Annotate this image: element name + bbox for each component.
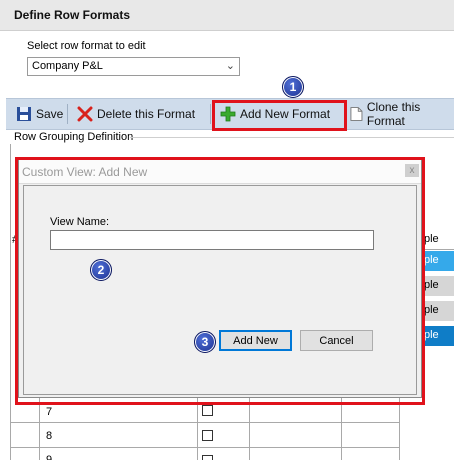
grid-cell bbox=[10, 423, 40, 448]
step-badge-1: 1 bbox=[282, 76, 304, 98]
save-label: Save bbox=[36, 107, 64, 121]
delete-x-icon bbox=[77, 106, 93, 122]
clone-format-label: Clone this Format bbox=[366, 100, 421, 128]
row-number: 8 bbox=[46, 430, 53, 442]
row-number: 7 bbox=[46, 406, 53, 418]
row-checkbox[interactable] bbox=[202, 455, 213, 460]
toolbar-divider bbox=[67, 104, 68, 124]
add-format-highlight bbox=[212, 100, 347, 131]
toolbar-divider bbox=[210, 104, 211, 124]
row-checkbox[interactable] bbox=[202, 405, 213, 416]
group-divider bbox=[130, 137, 454, 138]
grid-cell bbox=[250, 448, 342, 460]
grid-cell bbox=[342, 423, 400, 448]
grid-cell bbox=[342, 448, 400, 460]
row-format-select[interactable]: Company P&L ⌄ bbox=[27, 57, 240, 76]
table-row: 8 bbox=[40, 423, 198, 448]
save-button[interactable]: Save bbox=[16, 99, 63, 129]
clone-document-icon bbox=[350, 107, 363, 121]
save-icon bbox=[17, 107, 31, 121]
delete-format-button[interactable]: Delete this Format bbox=[77, 99, 195, 129]
window-title: Define Row Formats bbox=[14, 8, 131, 22]
step-badge-2: 2 bbox=[90, 259, 112, 281]
grid-cell bbox=[250, 423, 342, 448]
chevron-down-icon: ⌄ bbox=[225, 60, 235, 72]
grid-cell bbox=[10, 448, 40, 460]
row-checkbox[interactable] bbox=[202, 430, 213, 441]
window-title-bar: Define Row Formats bbox=[0, 0, 454, 31]
clone-format-button[interactable]: Clone this Format bbox=[350, 99, 454, 129]
row-format-select-value: Company P&L bbox=[32, 60, 103, 72]
row-number: 9 bbox=[46, 454, 53, 460]
row-grouping-label: Row Grouping Definition bbox=[14, 131, 134, 143]
select-format-label: Select row format to edit bbox=[27, 40, 146, 52]
delete-format-label: Delete this Format bbox=[97, 107, 196, 121]
step-badge-3: 3 bbox=[194, 331, 216, 353]
dialog-highlight bbox=[15, 157, 425, 405]
table-row: 9 bbox=[40, 448, 198, 460]
